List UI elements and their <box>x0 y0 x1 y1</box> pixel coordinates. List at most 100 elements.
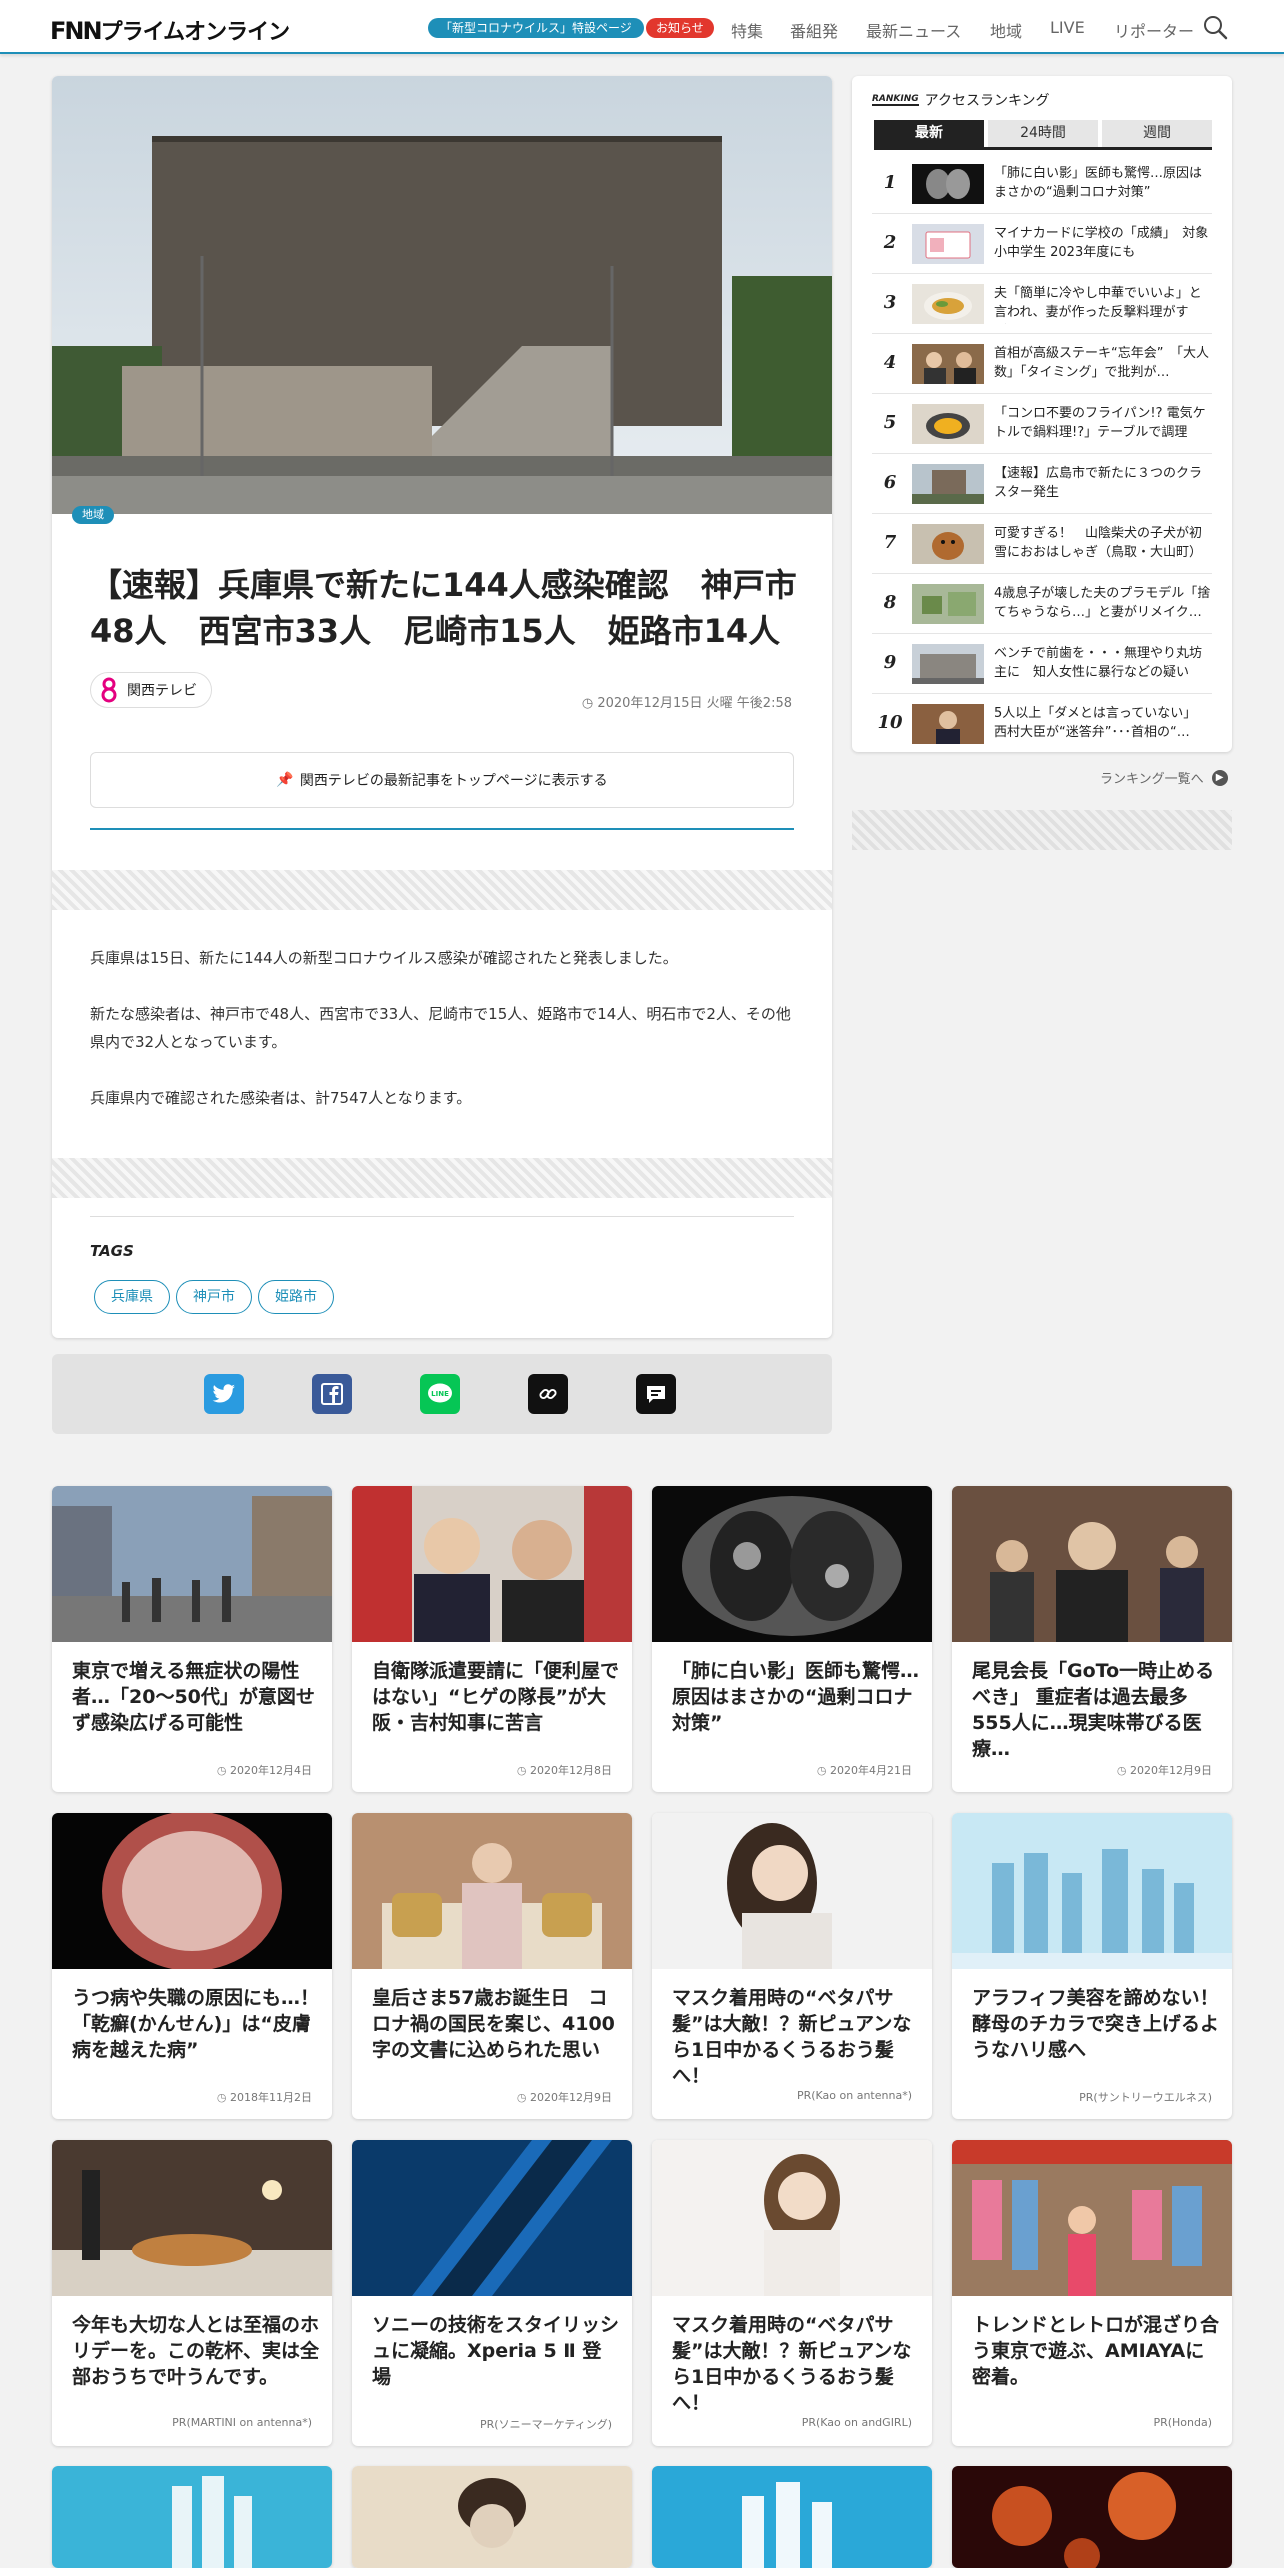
ad-card[interactable]: マスク着用時の“ベタパサ髪”は大敵！？新ピュアンなら1日中かるくうるおう髪へ！ … <box>652 1813 932 2119</box>
tab-24h[interactable]: 24時間 <box>988 120 1098 147</box>
ranking-thumbnail <box>912 164 984 204</box>
comment-button[interactable] <box>636 1374 676 1414</box>
ranking-item-title: 可愛すぎる！ 山陰柴犬の子犬が初雪におおはしゃぎ（鳥取・大山町） <box>994 526 1203 560</box>
ranking-item-title: 4歳息子が壊した夫のプラモデル「捨てちゃうなら…」と妻がリメイク… <box>994 586 1211 620</box>
ranking-thumbnail <box>912 584 984 624</box>
logo-text: プライムオンライン <box>100 20 291 45</box>
search-icon[interactable] <box>1202 14 1228 40</box>
corona-special-link[interactable]: 「新型コロナウイルス」特設ページ <box>428 18 644 38</box>
twitter-share-button[interactable] <box>204 1374 244 1414</box>
news-card[interactable]: 皇后さま57歳お誕生日 コロナ禍の国民を案じ、4100字の文書に込められた思い … <box>352 1813 632 2119</box>
ranking-item-title: 【速報】広島市で新たに３つのクラスター発生 <box>994 466 1203 500</box>
ranking-item[interactable]: 6 【速報】広島市で新たに３つのクラスター発生 <box>872 454 1212 514</box>
card-meta: ◷ 2020年12月9日 <box>517 2089 612 2105</box>
news-card[interactable]: 自衛隊派遣要請に「便利屋ではない」“ヒゲの隊長”が大阪・吉村知事に苦言 ◷ 20… <box>352 1486 632 1792</box>
news-card[interactable]: 尾見会長「GoTo一時止めるべき」 重症者は過去最多555人に…現実味帯びる医療… <box>952 1486 1232 1792</box>
card-title: 尾見会長「GoTo一時止めるべき」 重症者は過去最多555人に…現実味帯びる医療… <box>972 1660 1215 1760</box>
card-meta: PR(MARTINI on antenna*) <box>172 2416 312 2429</box>
chevron-right-icon: ▶ <box>1211 769 1228 786</box>
site-logo[interactable]: FNNプライムオンライン <box>50 14 291 46</box>
news-card[interactable] <box>952 2466 1232 2568</box>
article-paragraph: 新たな感染者は、神戸市で48人、西宮市で33人、尼崎市で15人、姫路市で14人、… <box>90 1005 791 1051</box>
card-meta: ◷ 2020年12月4日 <box>217 1762 312 1778</box>
card-image <box>352 2140 632 2296</box>
ranking-tabs: 最新 24時間 週間 <box>874 120 1212 150</box>
ad-card[interactable]: ソニーの技術をスタイリッシュに凝縮。Xperia 5 Ⅱ 登場 PR(ソニーマー… <box>352 2140 632 2446</box>
card-meta: ◷ 2020年4月21日 <box>817 1762 912 1778</box>
nav-programs[interactable]: 番組発 <box>790 18 838 42</box>
ad-card[interactable] <box>652 2466 932 2568</box>
card-image <box>352 1813 632 1969</box>
ad-card[interactable]: マスク着用時の“ベタパサ髪”は大敵！？新ピュアンなら1日中かるくうるおう髪へ！ … <box>652 2140 932 2446</box>
nav-live[interactable]: LIVE <box>1050 18 1085 37</box>
tag-himeji[interactable]: 姫路市 <box>258 1280 334 1314</box>
nav-latest-news[interactable]: 最新ニュース <box>866 18 961 42</box>
card-meta: PR(サントリーウエルネス) <box>1079 2091 1212 2104</box>
kansai-tv-logo-icon <box>101 677 117 703</box>
ad-card[interactable] <box>52 2466 332 2568</box>
ranking-item-title: 夫「簡単に冷やし中華でいいよ」と言われ、妻が作った反撃料理がすご… <box>994 286 1202 320</box>
ranking-item[interactable]: 10 5人以上「ダメとは言っていない」 西村大臣が“迷答弁”･･･首相の“… <box>872 694 1212 754</box>
hatch-divider <box>852 810 1232 850</box>
ad-card[interactable]: アラフィフ美容を諦めない！酵母のチカラで突き上げるようなハリ感へ PR(サントリ… <box>952 1813 1232 2119</box>
ranking-item[interactable]: 2 マイナカードに学校の「成績」 対象小中学生 2023年度にも <box>872 214 1212 274</box>
nav-reporter[interactable]: リポーター <box>1114 18 1194 42</box>
nav-features[interactable]: 特集 <box>731 18 763 42</box>
copy-link-button[interactable] <box>528 1374 568 1414</box>
card-image <box>952 2140 1232 2296</box>
article-paragraph: 兵庫県内で確認された感染者は、計7547人となります。 <box>90 1089 472 1107</box>
ranking-panel: RANKING アクセスランキング 最新 24時間 週間 1 「肺に白い影」医師… <box>852 76 1232 752</box>
site-header: FNNプライムオンライン 「新型コロナウイルス」特設ページ お知らせ 特集 番組… <box>0 0 1284 54</box>
region-tag[interactable]: 地域 <box>72 506 114 524</box>
ranking-item[interactable]: 4 首相が高級ステーキ“忘年会” 「大人数」「タイミング」で批判が… <box>872 334 1212 394</box>
card-image <box>652 2140 932 2296</box>
article-paragraph: 兵庫県は15日、新たに144人の新型コロナウイルス感染が確認されたと発表しました… <box>90 949 678 967</box>
card-image <box>352 2466 632 2568</box>
card-meta: ◷ 2018年11月2日 <box>217 2089 312 2105</box>
ranking-item[interactable]: 8 4歳息子が壊した夫のプラモデル「捨てちゃうなら…」と妻がリメイク… <box>872 574 1212 634</box>
tag-kobe[interactable]: 神戸市 <box>176 1280 252 1314</box>
clock-icon: ◷ <box>1116 1764 1130 1777</box>
card-image <box>952 1486 1232 1642</box>
news-card[interactable]: うつ病や失職の原因にも…！「乾癬(かんせん)」は“皮膚病を越えた病” ◷ 201… <box>52 1813 332 2119</box>
ad-card[interactable]: トレンドとレトロが混ざり合う東京で遊ぶ、AMIAYAに密着。 PR(Honda) <box>952 2140 1232 2446</box>
tab-weekly[interactable]: 週間 <box>1102 120 1212 147</box>
tab-latest[interactable]: 最新 <box>874 120 984 147</box>
card-image <box>52 2140 332 2296</box>
card-title: ソニーの技術をスタイリッシュに凝縮。Xperia 5 Ⅱ 登場 <box>372 2314 620 2388</box>
ad-card[interactable]: 今年も大切な人とは至福のホリデーを。この乾杯、実は全部おうちで叶うんです。 PR… <box>52 2140 332 2446</box>
clock-icon: ◷ <box>816 1764 830 1777</box>
ranking-item-title: 「肺に白い影」医師も驚愕…原因はまさかの“過剰コロナ対策” <box>994 166 1203 200</box>
notice-link[interactable]: お知らせ <box>646 18 714 38</box>
ranking-header: RANKING アクセスランキング <box>872 90 1050 110</box>
article-headline: 【速報】兵庫県で新たに144人感染確認 神戸市48人 西宮市33人 尼崎市15人… <box>90 566 797 650</box>
ranking-item[interactable]: 1 「肺に白い影」医師も驚愕…原因はまさかの“過剰コロナ対策” <box>872 154 1212 214</box>
card-meta-text: 2020年12月8日 <box>530 1764 612 1777</box>
card-meta: PR(Kao on antenna*) <box>796 2089 912 2102</box>
tags-title: TAGS <box>90 1242 134 1260</box>
share-bar: LINE <box>52 1354 832 1434</box>
ranking-more-link[interactable]: ランキング一覧へ ▶ <box>1100 768 1228 787</box>
rank-number: 9 <box>883 652 897 673</box>
tag-hyogo[interactable]: 兵庫県 <box>94 1280 170 1314</box>
news-card[interactable]: 「肺に白い影」医師も驚愕…原因はまさかの“過剰コロナ対策” ◷ 2020年4月2… <box>652 1486 932 1792</box>
ranking-item-title: マイナカードに学校の「成績」 対象小中学生 2023年度にも <box>994 226 1209 260</box>
card-title: マスク着用時の“ベタパサ髪”は大敵！？新ピュアンなら1日中かるくうるおう髪へ！ <box>672 2314 912 2414</box>
facebook-share-button[interactable] <box>312 1374 352 1414</box>
ranking-item[interactable]: 9 ベンチで前歯を・・・無理やり丸坊主に 知人女性に暴行などの疑いで… <box>872 634 1212 694</box>
source-badge[interactable]: 関西テレビ <box>90 672 212 708</box>
news-card[interactable] <box>352 2466 632 2568</box>
news-card[interactable]: 東京で増える無症状の陽性者…「20～50代」が意図せず感染広げる可能性 ◷ 20… <box>52 1486 332 1792</box>
line-share-button[interactable]: LINE <box>420 1374 460 1414</box>
ranking-item-title: ベンチで前歯を・・・無理やり丸坊主に 知人女性に暴行などの疑いで… <box>994 646 1203 680</box>
rank-number: 4 <box>883 352 897 373</box>
logo-fnn: FNN <box>50 17 103 45</box>
ranking-item[interactable]: 5 「コンロ不要のフライパン!? 電気ケトルで鍋料理!?」テーブルで調理も… <box>872 394 1212 454</box>
ranking-item[interactable]: 3 夫「簡単に冷やし中華でいいよ」と言われ、妻が作った反撃料理がすご… <box>872 274 1212 334</box>
ranking-item[interactable]: 7 可愛すぎる！ 山陰柴犬の子犬が初雪におおはしゃぎ（鳥取・大山町） <box>872 514 1212 574</box>
pin-to-top-button[interactable]: 📌 関西テレビの最新記事をトップページに表示する <box>90 752 794 808</box>
ranking-thumbnail <box>912 464 984 504</box>
nav-region[interactable]: 地域 <box>990 18 1022 42</box>
card-title: アラフィフ美容を諦めない！酵母のチカラで突き上げるようなハリ感へ <box>972 1987 1220 2061</box>
svg-text:LINE: LINE <box>431 1390 449 1398</box>
